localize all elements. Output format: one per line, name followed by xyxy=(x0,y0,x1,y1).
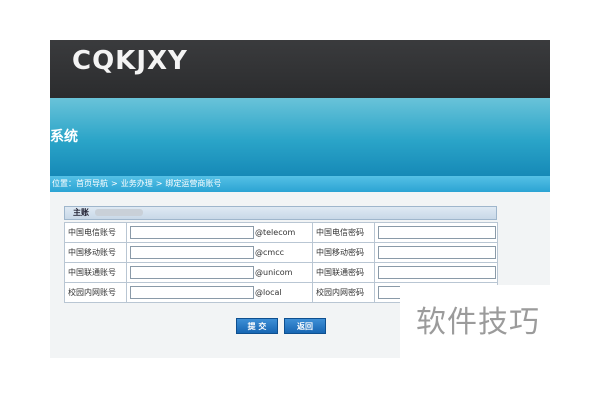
breadcrumb-home[interactable]: 首页导航 xyxy=(76,179,108,188)
back-button[interactable]: 返回 xyxy=(284,318,326,334)
password-cell xyxy=(374,222,498,243)
account-label: 中国移动账号 xyxy=(64,242,127,263)
account-suffix: @cmcc xyxy=(255,248,284,257)
breadcrumb-current: 绑定运营商账号 xyxy=(165,179,222,188)
account-suffix: @local xyxy=(255,288,282,297)
cmcc-password-input[interactable] xyxy=(378,246,496,259)
password-label: 中国联通密码 xyxy=(312,262,375,283)
breadcrumb-separator: > xyxy=(111,179,118,188)
campus-account-input[interactable] xyxy=(130,286,254,299)
account-label: 校园内网账号 xyxy=(64,282,127,303)
telecom-password-input[interactable] xyxy=(378,226,496,239)
banner: 系统 xyxy=(50,98,550,176)
password-label: 中国移动密码 xyxy=(312,242,375,263)
panel-title: 主账 xyxy=(73,208,89,217)
account-suffix: @unicom xyxy=(255,268,293,277)
brand-logo: CQKJXY xyxy=(72,46,188,76)
password-label: 校园内网密码 xyxy=(312,282,375,303)
account-cell: @telecom xyxy=(126,222,313,243)
table-row: 中国联通账号 @unicom 中国联通密码 xyxy=(64,262,498,283)
unicom-password-input[interactable] xyxy=(378,266,496,279)
account-suffix: @telecom xyxy=(255,228,296,237)
watermark-text: 软件技巧 xyxy=(416,305,540,340)
breadcrumb-prefix: 位置： xyxy=(52,179,76,188)
watermark: 软件技巧 xyxy=(400,285,600,360)
top-bar: CQKJXY xyxy=(50,40,550,98)
telecom-account-input[interactable] xyxy=(130,226,254,239)
cmcc-account-input[interactable] xyxy=(130,246,254,259)
panel-header: 主账 xyxy=(64,206,497,220)
table-row: 中国电信账号 @telecom 中国电信密码 xyxy=(64,222,498,243)
breadcrumb-separator: > xyxy=(155,179,163,188)
account-cell: @unicom xyxy=(126,262,313,283)
submit-button[interactable]: 提 交 xyxy=(236,318,278,334)
table-row: 中国移动账号 @cmcc 中国移动密码 xyxy=(64,242,498,263)
password-cell xyxy=(374,242,498,263)
breadcrumb-business[interactable]: 业务办理 xyxy=(121,179,153,188)
account-cell: @cmcc xyxy=(126,242,313,263)
system-title: 系统 xyxy=(50,129,78,145)
password-cell xyxy=(374,262,498,283)
unicom-account-input[interactable] xyxy=(130,266,254,279)
breadcrumb: 位置：首页导航 > 业务办理 > 绑定运营商账号 xyxy=(50,176,550,192)
redacted-text xyxy=(95,209,143,216)
account-label: 中国联通账号 xyxy=(64,262,127,283)
password-label: 中国电信密码 xyxy=(312,222,375,243)
account-label: 中国电信账号 xyxy=(64,222,127,243)
account-cell: @local xyxy=(126,282,313,303)
